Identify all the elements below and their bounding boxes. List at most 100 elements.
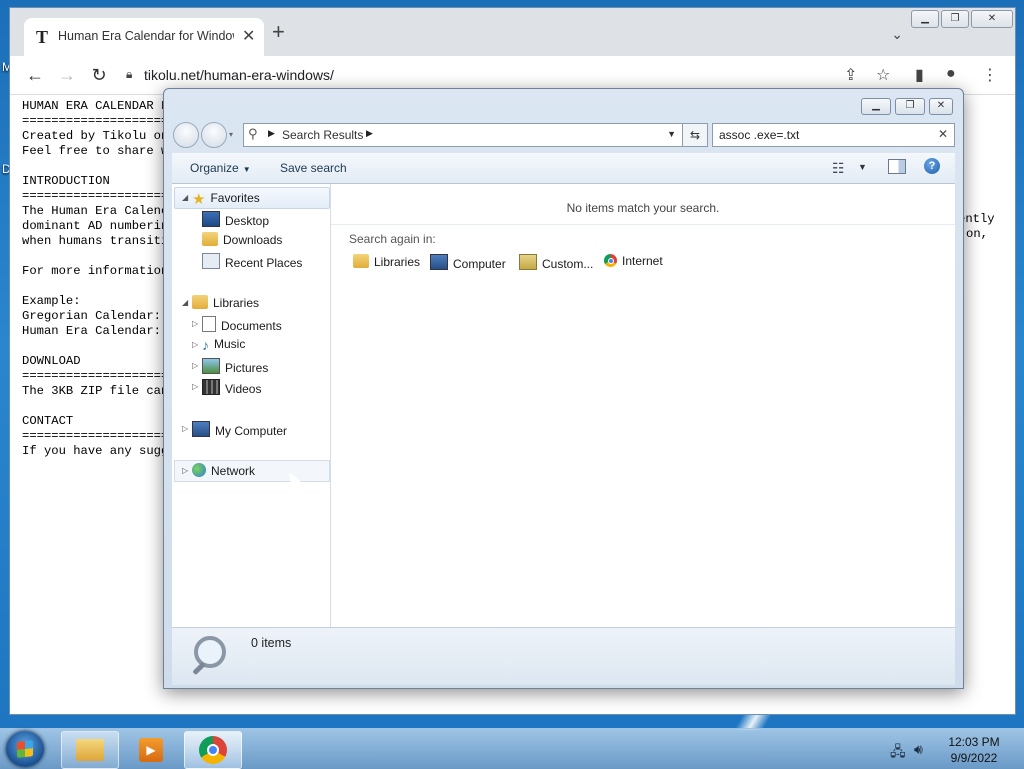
search-again-libraries[interactable]: Libraries xyxy=(353,254,420,269)
clock-date: 9/9/2022 xyxy=(950,751,998,765)
chrome-icon xyxy=(199,736,227,764)
collapse-arrow-icon[interactable]: ▷ xyxy=(192,382,198,391)
tab-close-icon[interactable]: ✕ xyxy=(242,26,255,46)
address-bar[interactable]: 🔒︎ tikolu.net/human-era-windows/ xyxy=(122,61,902,89)
nav-label: Documents xyxy=(221,319,282,333)
system-clock[interactable]: 12:03 PM 9/9/2022 xyxy=(944,734,1004,766)
bookmark-star-icon[interactable]: ☆ xyxy=(876,65,890,85)
clear-search-icon[interactable]: ✕ xyxy=(938,127,948,141)
forward-arrow-icon[interactable]: → xyxy=(54,62,80,88)
expand-arrow-icon[interactable]: ◢ xyxy=(182,193,188,202)
help-icon[interactable]: ? xyxy=(924,158,940,174)
empty-results-message: No items match your search. xyxy=(566,201,720,215)
collapse-arrow-icon[interactable]: ▷ xyxy=(192,319,198,328)
search-again-internet[interactable]: Internet xyxy=(604,254,663,268)
libraries-icon xyxy=(192,295,208,309)
music-icon: ♪ xyxy=(202,337,209,353)
browser-maximize-button[interactable]: ❐ xyxy=(941,10,969,28)
libraries-icon xyxy=(353,254,369,268)
nav-item-music[interactable]: ♪ Music xyxy=(202,337,245,353)
nav-item-recent-places[interactable]: Recent Places xyxy=(202,253,302,270)
link-label: Computer xyxy=(453,257,506,271)
organize-button[interactable]: Organize ▼ xyxy=(190,161,251,175)
nav-item-network[interactable]: Network xyxy=(192,463,255,478)
explorer-close-button[interactable]: ✕ xyxy=(929,98,953,115)
save-search-button[interactable]: Save search xyxy=(280,161,347,175)
explorer-window: ▁ ❐ ✕ ▾ ⚲ ▶ Search Results ▶ ▼ ⇆ assoc .… xyxy=(163,88,964,689)
collapse-arrow-icon[interactable]: ▷ xyxy=(182,424,188,433)
volume-icon[interactable]: 🔊︎ xyxy=(914,741,923,758)
divider xyxy=(331,224,955,225)
page-text-fragment-2: on, xyxy=(966,227,988,241)
address-dropdown-icon[interactable]: ▼ xyxy=(667,129,676,139)
search-again-label: Search again in: xyxy=(349,232,436,246)
nav-item-favorites[interactable]: ★ Favorites xyxy=(192,190,260,208)
network-icon xyxy=(192,463,206,477)
nav-label: Network xyxy=(211,464,256,478)
reload-icon[interactable]: ↻ xyxy=(86,62,112,88)
url-text: tikolu.net/human-era-windows/ xyxy=(144,67,334,83)
nav-item-documents[interactable]: Documents xyxy=(202,316,282,333)
menu-kebab-icon[interactable]: ⋮ xyxy=(982,65,998,85)
taskbar-explorer-button[interactable] xyxy=(61,731,119,769)
nav-item-videos[interactable]: Videos xyxy=(202,379,261,396)
nav-item-desktop[interactable]: Desktop xyxy=(202,211,269,228)
nav-item-libraries[interactable]: Libraries xyxy=(192,295,259,310)
windows-logo-icon xyxy=(17,740,33,758)
tab-search-chevron-icon[interactable]: ⌄ xyxy=(891,26,903,43)
share-icon[interactable]: ⇪ xyxy=(844,65,857,85)
explorer-maximize-button[interactable]: ❐ xyxy=(895,98,925,115)
back-arrow-icon[interactable]: ← xyxy=(22,62,48,88)
browser-minimize-button[interactable]: ▁ xyxy=(911,10,939,28)
collapse-arrow-icon[interactable]: ▷ xyxy=(182,466,188,475)
collapse-arrow-icon[interactable]: ▷ xyxy=(192,361,198,370)
organize-label: Organize xyxy=(190,161,239,175)
search-again-custom[interactable]: Custom... xyxy=(519,254,593,271)
taskbar-media-player-button[interactable]: ▶ xyxy=(122,731,180,769)
explorer-forward-button[interactable] xyxy=(201,122,227,148)
browser-tab[interactable]: T Human Era Calendar for Windows ✕ xyxy=(24,18,264,56)
breadcrumb[interactable]: Search Results xyxy=(282,128,363,142)
nav-label: My Computer xyxy=(215,424,288,438)
items-count: 0 items xyxy=(251,636,292,650)
view-dropdown-icon[interactable]: ▼ xyxy=(858,162,867,172)
tab-title: Human Era Calendar for Windows xyxy=(58,29,234,43)
network-tray-icon[interactable]: 🖧︎ xyxy=(890,741,906,765)
expand-arrow-icon[interactable]: ◢ xyxy=(182,298,188,307)
refresh-button[interactable]: ⇆ xyxy=(682,123,708,147)
lock-icon[interactable]: 🔒︎ xyxy=(126,67,132,82)
documents-icon xyxy=(202,316,216,332)
search-query: assoc .exe=.txt xyxy=(719,128,800,142)
nav-item-my-computer[interactable]: My Computer xyxy=(192,421,287,438)
link-label: Custom... xyxy=(542,257,594,271)
recent-pages-chevron-icon[interactable]: ▾ xyxy=(229,130,233,139)
breadcrumb-separator-icon[interactable]: ▶ xyxy=(268,128,275,139)
nav-label: Recent Places xyxy=(225,256,303,270)
nav-item-downloads[interactable]: Downloads xyxy=(202,232,282,247)
browser-close-button[interactable]: ✕ xyxy=(971,10,1013,28)
explorer-address-bar[interactable]: ⚲ ▶ Search Results ▶ ▼ xyxy=(243,123,683,147)
collapse-arrow-icon[interactable]: ▷ xyxy=(192,340,198,349)
explorer-minimize-button[interactable]: ▁ xyxy=(861,98,891,115)
pictures-icon xyxy=(202,358,220,374)
profile-avatar-icon[interactable]: ● xyxy=(946,65,956,83)
breadcrumb-chevron-icon[interactable]: ▶ xyxy=(366,128,373,139)
start-button[interactable] xyxy=(6,731,44,767)
computer-icon xyxy=(192,421,210,437)
explorer-back-button[interactable] xyxy=(173,122,199,148)
desktop-icon xyxy=(202,211,220,227)
clock-time: 12:03 PM xyxy=(948,735,1000,749)
search-input[interactable]: assoc .exe=.txt ✕ xyxy=(712,123,955,147)
view-options-icon[interactable]: ☷ xyxy=(832,160,845,177)
nav-item-pictures[interactable]: Pictures xyxy=(202,358,268,375)
nav-label: Pictures xyxy=(225,361,269,375)
side-panel-icon[interactable]: ▮ xyxy=(915,65,924,85)
taskbar-chrome-button[interactable] xyxy=(184,731,242,769)
new-tab-button[interactable]: + xyxy=(272,21,285,43)
search-again-computer[interactable]: Computer xyxy=(430,254,506,271)
link-label: Libraries xyxy=(374,255,421,269)
browser-tab-strip: T Human Era Calendar for Windows ✕ + ⌄ ▁… xyxy=(10,8,1015,56)
recent-places-icon xyxy=(202,253,220,269)
preview-pane-icon[interactable] xyxy=(888,159,906,174)
page-text: HUMAN ERA CALENDAR F ===================… xyxy=(22,99,169,458)
